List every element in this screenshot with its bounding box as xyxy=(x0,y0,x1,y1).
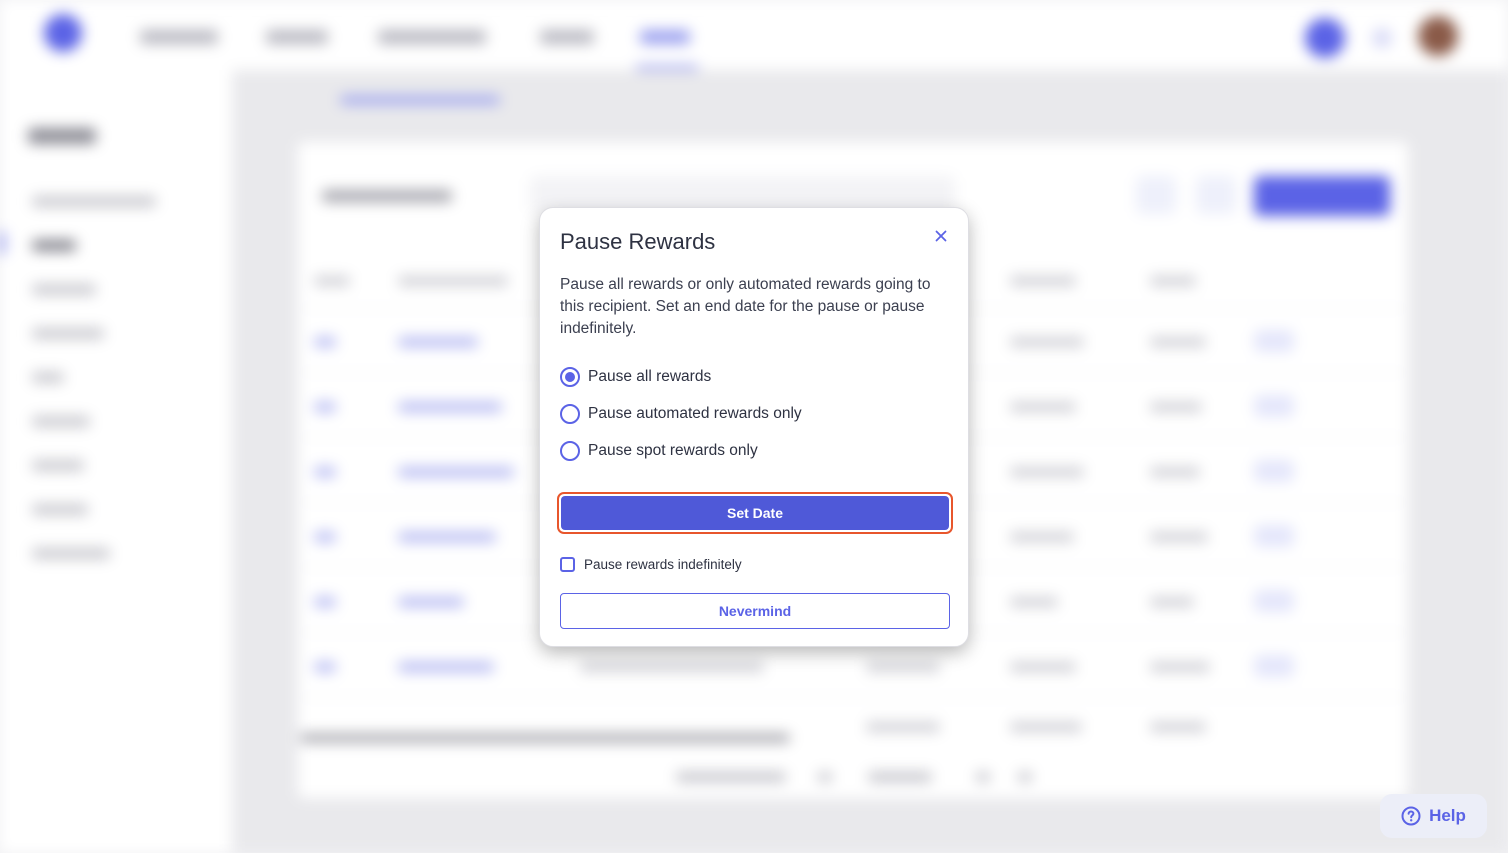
table-cell xyxy=(1150,662,1210,672)
table-cell xyxy=(1150,532,1208,542)
table-cell xyxy=(1010,467,1084,477)
pagination-control xyxy=(818,772,832,782)
column-header xyxy=(314,276,350,286)
table-cell xyxy=(314,467,336,477)
pause-indefinitely-checkbox[interactable] xyxy=(560,556,575,572)
pagination-range xyxy=(868,772,932,782)
table-cell xyxy=(314,337,336,347)
table-cell xyxy=(580,662,764,672)
pagination-next xyxy=(1018,772,1032,782)
top-navigation-bar xyxy=(0,0,1508,70)
radio-label: Pause all rewards xyxy=(588,368,712,385)
sidebar-item xyxy=(32,504,88,515)
radio-pause-spot-rewards[interactable]: Pause spot rewards only xyxy=(560,440,758,462)
checkbox-label: Pause rewards indefinitely xyxy=(584,556,742,572)
radio-label: Pause automated rewards only xyxy=(588,405,802,422)
table-cell xyxy=(1254,590,1294,612)
table-cell xyxy=(1150,722,1206,732)
sidebar-item xyxy=(32,284,96,295)
table-cell xyxy=(314,532,336,542)
radio-button-selected[interactable] xyxy=(560,367,580,387)
table-cell xyxy=(314,402,336,412)
table-horizontal-scrollbar xyxy=(300,734,790,742)
nav-link xyxy=(540,30,594,44)
table-cell xyxy=(1010,662,1076,672)
radio-label: Pause spot rewards only xyxy=(588,442,758,459)
close-icon[interactable] xyxy=(931,226,951,246)
notifications-icon xyxy=(1372,28,1392,48)
table-icon-button xyxy=(1136,176,1176,214)
question-circle-icon xyxy=(1401,806,1421,826)
breadcrumb xyxy=(340,96,500,104)
nav-link xyxy=(140,30,218,44)
pause-rewards-modal: Pause Rewards Pause all rewards or only … xyxy=(539,207,969,647)
radio-pause-automated-rewards[interactable]: Pause automated rewards only xyxy=(560,403,802,425)
help-label: Help xyxy=(1429,806,1466,825)
sidebar-item xyxy=(32,196,156,207)
column-header xyxy=(1010,276,1076,286)
sidebar-item xyxy=(32,416,90,427)
table-cell xyxy=(1150,337,1206,347)
table-cell xyxy=(866,722,940,732)
filter-dropdown xyxy=(322,190,452,202)
sidebar-item xyxy=(32,460,84,471)
table-cell xyxy=(1010,402,1076,412)
pagination-rows-per-page xyxy=(676,772,786,782)
modal-title: Pause Rewards xyxy=(560,229,716,254)
table-cell xyxy=(1150,597,1194,607)
nav-active-underline xyxy=(636,66,698,69)
table-cell xyxy=(1254,460,1294,482)
table-cell xyxy=(1254,655,1294,677)
sidebar-title xyxy=(28,128,96,144)
table-cell xyxy=(1010,597,1058,607)
table-cell xyxy=(314,662,336,672)
sidebar-item xyxy=(32,548,110,559)
table-cell xyxy=(1010,722,1082,732)
radio-button[interactable] xyxy=(560,441,580,461)
table-cell xyxy=(398,337,478,347)
sidebar-item xyxy=(32,328,104,339)
table-cell xyxy=(398,662,494,672)
table-primary-button xyxy=(1254,176,1390,216)
table-cell xyxy=(1254,525,1294,547)
table-cell xyxy=(398,532,496,542)
sidebar-item-active xyxy=(32,240,76,251)
app-logo xyxy=(44,14,82,52)
sidebar-active-indicator xyxy=(0,232,4,254)
nav-link xyxy=(378,30,486,44)
table-cell xyxy=(398,597,464,607)
table-cell xyxy=(1010,532,1074,542)
table-cell xyxy=(1150,467,1200,477)
table-cell xyxy=(1254,395,1294,417)
set-date-button-label: Set Date xyxy=(561,496,949,530)
table-cell xyxy=(398,402,502,412)
column-header xyxy=(1150,276,1196,286)
table-cell xyxy=(398,467,514,477)
pagination-prev xyxy=(976,772,990,782)
table-icon-button xyxy=(1196,176,1236,214)
table-cell xyxy=(1150,402,1202,412)
nav-link xyxy=(266,30,328,44)
help-button[interactable]: Help xyxy=(1380,794,1487,838)
table-cell xyxy=(866,662,940,672)
avatar xyxy=(1418,16,1458,56)
nav-link-active xyxy=(640,30,690,44)
modal-description: Pause all rewards or only automated rewa… xyxy=(560,276,931,337)
set-date-button[interactable]: Set Date xyxy=(557,492,953,534)
pause-indefinitely-option[interactable]: Pause rewards indefinitely xyxy=(560,555,742,573)
radio-pause-all-rewards[interactable]: Pause all rewards xyxy=(560,366,711,388)
table-cell xyxy=(1010,337,1084,347)
nevermind-button[interactable]: Nevermind xyxy=(560,593,950,629)
create-button xyxy=(1305,18,1345,58)
sidebar-item xyxy=(32,372,64,383)
column-header xyxy=(398,276,508,286)
table-cell xyxy=(1254,330,1294,352)
radio-button[interactable] xyxy=(560,404,580,424)
row-divider xyxy=(300,697,1406,698)
sidebar xyxy=(0,70,232,853)
table-cell xyxy=(314,597,336,607)
